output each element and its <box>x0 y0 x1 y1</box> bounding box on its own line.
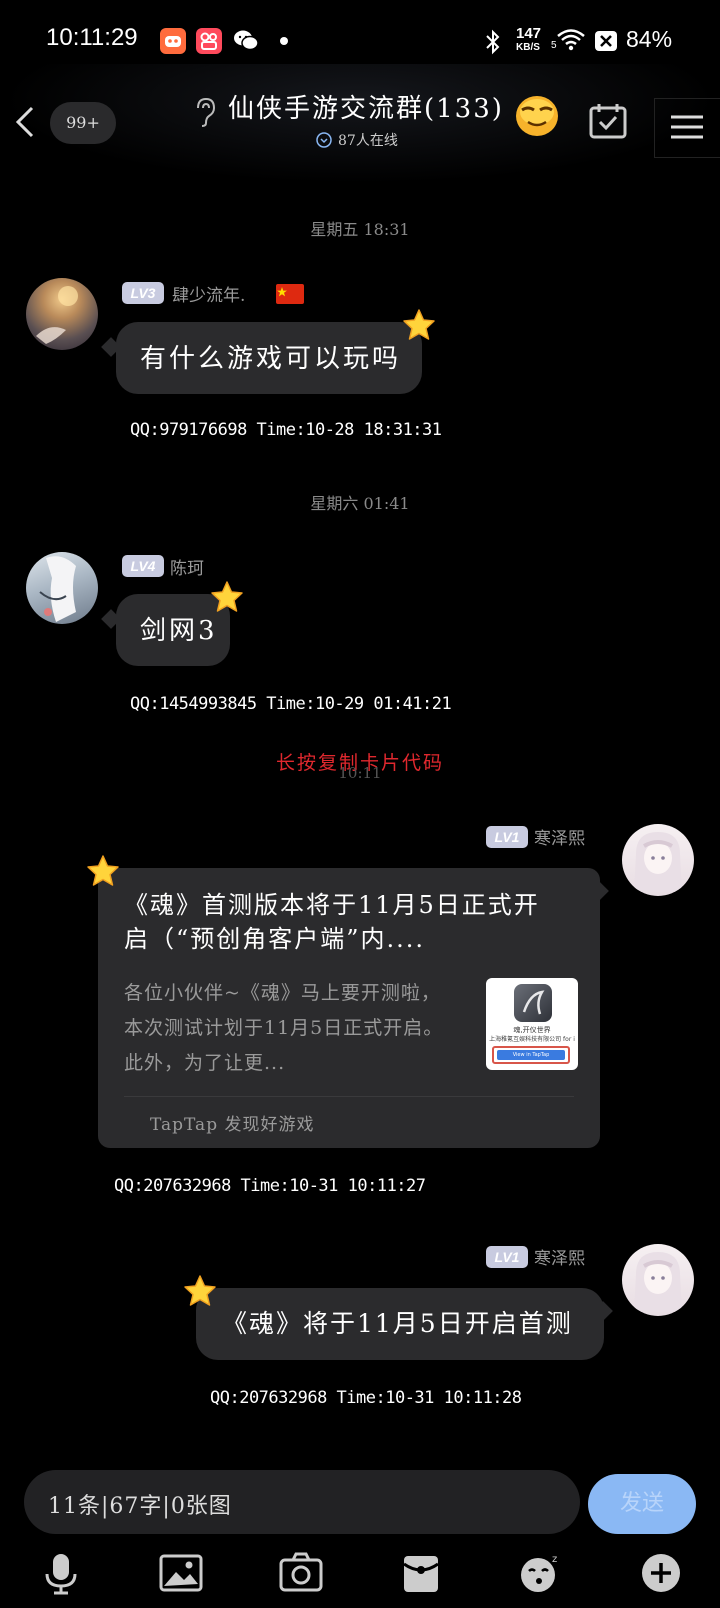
level-badge: LV1 <box>486 826 528 848</box>
message-bubble[interactable]: 有什么游戏可以玩吗 <box>116 322 422 394</box>
card-divider <box>124 1096 574 1097</box>
level-badge: LV3 <box>122 282 164 304</box>
message-timestamp: 星期六 01:41 <box>310 494 410 513</box>
sender-nickname[interactable]: 寒泽熙 <box>534 824 585 849</box>
message-input[interactable]: 11条|67字|0张图 <box>24 1470 580 1534</box>
net-speed-unit: KB/S <box>516 42 540 53</box>
message-meta: QQ:1454993845 Time:10-29 01:41:21 <box>130 694 452 714</box>
calendar-check-icon[interactable] <box>588 102 628 140</box>
game-logo-icon <box>514 984 552 1022</box>
back-button[interactable] <box>10 100 40 144</box>
sender-nickname[interactable]: 寒泽熙 <box>534 1244 585 1269</box>
star-icon <box>86 854 120 888</box>
unread-count-badge[interactable]: 99+ <box>50 102 116 144</box>
notification-dot <box>280 37 288 45</box>
message-input-value: 11条|67字|0张图 <box>48 1494 232 1519</box>
avatar[interactable] <box>26 278 98 350</box>
sender-nickname[interactable]: 陈珂 <box>170 554 204 579</box>
card-source: TapTap 发现好游戏 <box>150 1115 315 1135</box>
message-text: 《魂》将于11月5日开启首测 <box>222 1309 573 1338</box>
group-title[interactable]: 仙侠手游交流群(133) <box>228 88 504 125</box>
online-count[interactable]: 87人在线 <box>338 130 398 150</box>
message-timestamp: 星期五 18:31 <box>310 220 410 239</box>
message-text: 有什么游戏可以玩吗 <box>140 344 402 374</box>
card-description: 各位小伙伴~《魂》马上要开测啦，本次测试计划于11月5日正式开启。此外，为了让更… <box>124 982 444 1074</box>
sender-nickname[interactable]: 肆少流年. <box>172 281 245 306</box>
thumb-button-frame: View in TapTap <box>492 1046 570 1064</box>
chevron-down-circle-icon[interactable] <box>316 132 332 148</box>
image-icon[interactable] <box>158 1550 204 1596</box>
net-speed-value: 147 <box>516 25 542 42</box>
microphone-icon[interactable] <box>38 1550 84 1596</box>
emoji-face-icon[interactable] <box>514 94 560 138</box>
avatar[interactable] <box>26 552 98 624</box>
kuaishou-app-icon <box>196 28 222 54</box>
star-icon <box>183 1274 217 1308</box>
star-icon <box>402 308 436 342</box>
red-packet-icon[interactable] <box>398 1550 444 1596</box>
bluetooth-icon <box>482 28 504 56</box>
thumb-button: View in TapTap <box>497 1050 565 1060</box>
camera-icon[interactable] <box>278 1550 324 1596</box>
wechat-icon <box>232 28 260 54</box>
wifi-icon <box>556 28 586 52</box>
thumb-company: 上海稚氪互娱科技有限公司 for i <box>489 1036 575 1043</box>
star-icon <box>210 580 244 614</box>
plus-icon[interactable] <box>638 1550 684 1596</box>
send-button[interactable]: 发送 <box>588 1474 696 1534</box>
level-badge: LV1 <box>486 1246 528 1268</box>
battery-percent: 84% <box>626 26 673 52</box>
level-badge: LV4 <box>122 555 164 577</box>
ear-icon[interactable] <box>190 96 218 128</box>
message-meta: QQ:207632968 Time:10-31 10:11:28 <box>210 1388 522 1408</box>
china-flag-icon <box>276 284 304 304</box>
message-timestamp: 10:11 <box>338 764 382 782</box>
sticker-emoji-icon[interactable]: z <box>518 1550 564 1596</box>
share-card[interactable]: 《魂》首测版本将于11月5日正式开启（“预创角客户端”内.... 各位小伙伴~《… <box>98 868 600 1148</box>
card-thumbnail: 魂,开仪世界 上海稚氪互娱科技有限公司 for i View in TapTap <box>486 978 578 1070</box>
avatar[interactable] <box>622 824 694 896</box>
battery-saver-icon <box>594 30 618 52</box>
message-meta: QQ:979176698 Time:10-28 18:31:31 <box>130 420 442 440</box>
status-time: 10:11:29 <box>46 24 138 51</box>
menu-button[interactable] <box>654 98 720 158</box>
avatar[interactable] <box>622 1244 694 1316</box>
message-bubble[interactable]: 《魂》将于11月5日开启首测 <box>196 1288 604 1360</box>
card-title: 《魂》首测版本将于11月5日正式开启（“预创角客户端”内.... <box>124 891 540 953</box>
game-app-icon <box>160 28 186 54</box>
message-meta: QQ:207632968 Time:10-31 10:11:27 <box>114 1176 426 1196</box>
svg-text:z: z <box>552 1554 557 1565</box>
